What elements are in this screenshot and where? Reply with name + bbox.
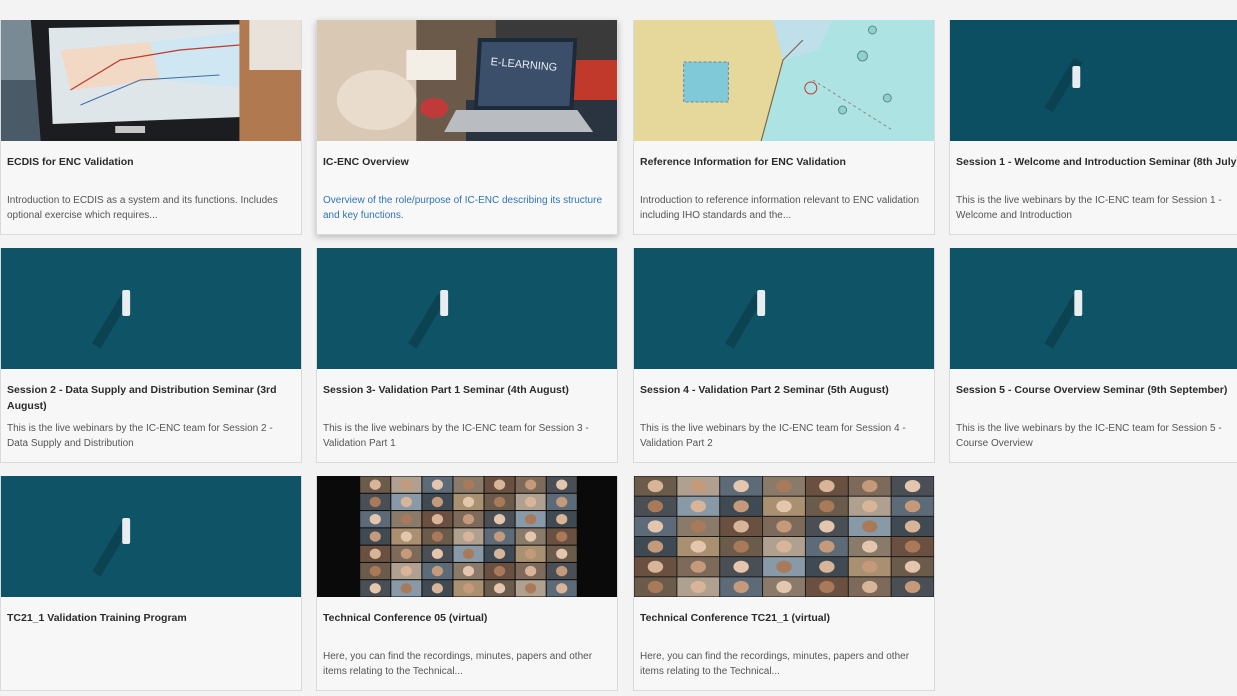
course-thumbnail[interactable] — [1, 476, 301, 597]
course-description: Introduction to ECDIS as a system and it… — [7, 195, 278, 221]
course-thumbnail[interactable] — [634, 476, 934, 597]
course-thumbnail[interactable] — [317, 248, 617, 369]
course-thumbnail[interactable] — [950, 20, 1237, 141]
course-thumbnail[interactable] — [317, 476, 617, 597]
course-title[interactable]: Session 3- Validation Part 1 Seminar (4t… — [323, 382, 611, 398]
course-card-session-1[interactable]: Session 1 - Welcome and Introduction Sem… — [949, 20, 1237, 235]
course-card-session-2[interactable]: Session 2 - Data Supply and Distribution… — [0, 248, 302, 463]
course-description: This is the live webinars by the IC-ENC … — [956, 195, 1222, 221]
course-thumbnail[interactable] — [950, 248, 1237, 369]
course-title[interactable]: Reference Information for ENC Validation — [640, 154, 928, 170]
course-thumbnail[interactable] — [1, 20, 301, 141]
course-title[interactable]: IC-ENC Overview — [323, 154, 611, 170]
course-title[interactable]: TC21_1 Validation Training Program — [7, 610, 295, 626]
course-card-session-5[interactable]: Session 5 - Course Overview Seminar (9th… — [949, 248, 1237, 463]
course-thumbnail[interactable] — [634, 20, 934, 141]
course-description: This is the live webinars by the IC-ENC … — [956, 423, 1222, 449]
course-description: Overview of the role/purpose of IC-ENC d… — [323, 195, 602, 221]
course-card-reference-information[interactable]: Reference Information for ENC Validation… — [633, 20, 935, 235]
course-thumbnail[interactable] — [634, 248, 934, 369]
course-title[interactable]: ECDIS for ENC Validation — [7, 154, 295, 170]
course-description: Introduction to reference information re… — [640, 195, 920, 221]
course-thumbnail[interactable] — [1, 248, 301, 369]
course-title[interactable]: Session 5 - Course Overview Seminar (9th… — [956, 382, 1237, 398]
course-title[interactable]: Session 2 - Data Supply and Distribution… — [7, 382, 295, 414]
course-grid: ECDIS for ENC Validation Introduction to… — [0, 0, 1237, 696]
course-card-tc21-training[interactable]: TC21_1 Validation Training Program — [0, 476, 302, 691]
course-description: Here, you can find the recordings, minut… — [640, 651, 910, 677]
course-title[interactable]: Technical Conference 05 (virtual) — [323, 610, 611, 626]
course-title[interactable]: Session 4 - Validation Part 2 Seminar (5… — [640, 382, 928, 398]
course-card-session-3[interactable]: Session 3- Validation Part 1 Seminar (4t… — [316, 248, 618, 463]
course-card-ecdis[interactable]: ECDIS for ENC Validation Introduction to… — [0, 20, 302, 235]
course-card-ic-enc-overview[interactable]: E-LEARNING IC-ENC Overview Overview of t… — [316, 20, 618, 235]
course-thumbnail[interactable]: E-LEARNING — [317, 20, 617, 141]
course-description: Here, you can find the recordings, minut… — [323, 651, 593, 677]
course-card-technical-conference-tc21[interactable]: Technical Conference TC21_1 (virtual) He… — [633, 476, 935, 691]
course-card-session-4[interactable]: Session 4 - Validation Part 2 Seminar (5… — [633, 248, 935, 463]
course-description: This is the live webinars by the IC-ENC … — [323, 423, 589, 449]
course-description: This is the live webinars by the IC-ENC … — [640, 423, 906, 449]
course-card-technical-conference-05[interactable]: Technical Conference 05 (virtual) Here, … — [316, 476, 618, 691]
course-description: This is the live webinars by the IC-ENC … — [7, 423, 273, 449]
course-title[interactable]: Technical Conference TC21_1 (virtual) — [640, 610, 928, 626]
course-title[interactable]: Session 1 - Welcome and Introduction Sem… — [956, 154, 1237, 170]
